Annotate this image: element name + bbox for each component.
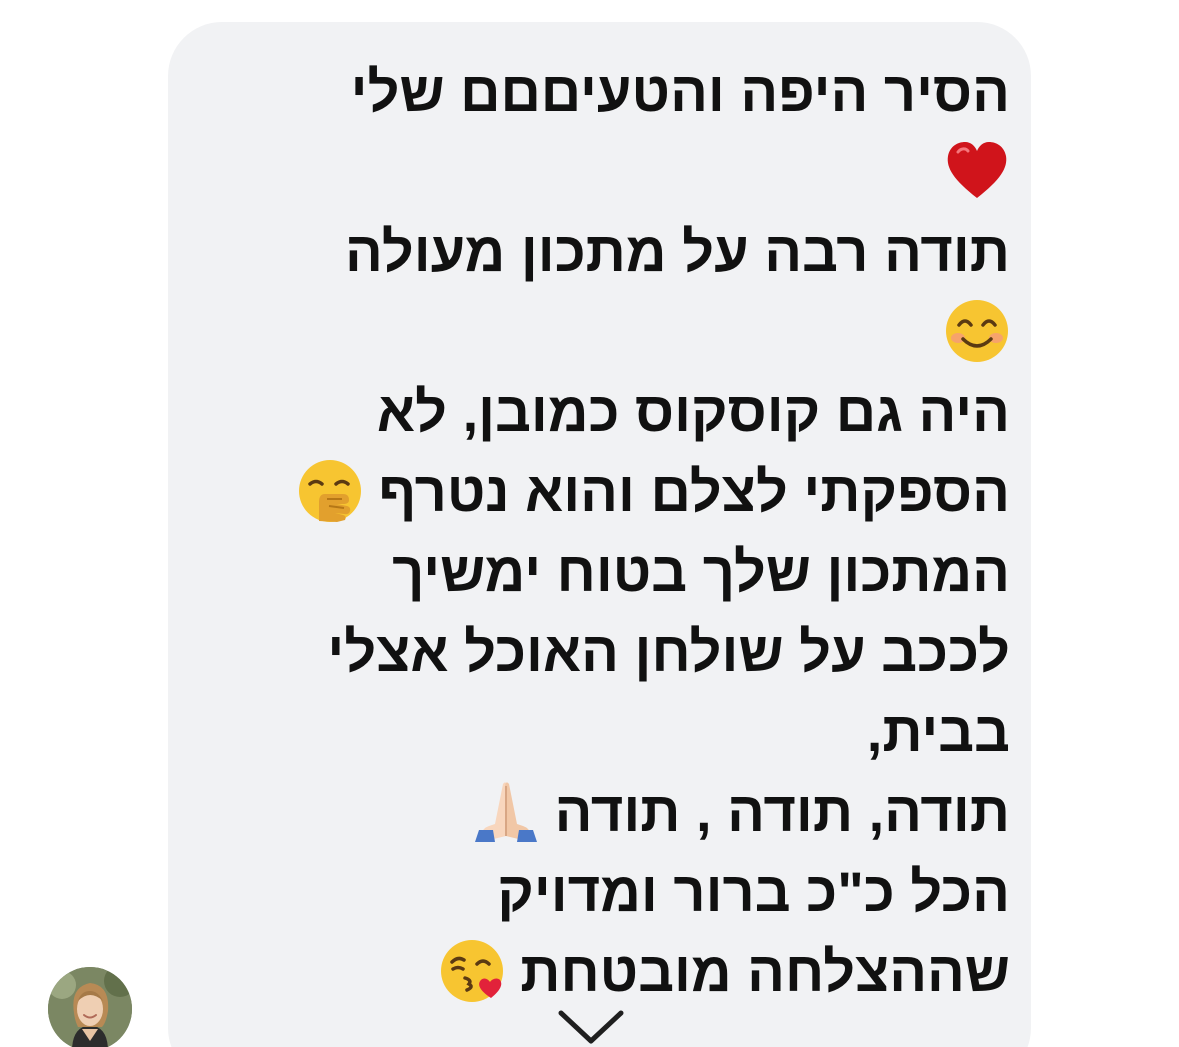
hand-over-mouth-icon — [297, 458, 363, 524]
red-heart-icon — [944, 138, 1010, 204]
message-line-text: תודה רבה על מתכון מעולה — [344, 220, 1010, 283]
chat-screen: הסיר היפה והטעיםםם שלי תודה רבה על מתכון… — [0, 0, 1179, 1047]
message-line: הסיר היפה והטעיםםם שלי — [200, 52, 1010, 132]
message-line: הכל כ"כ ברור ומדויק — [200, 852, 1010, 932]
message-line-text: בבית, — [866, 700, 1010, 763]
message-line-text: שההצלחה מובטחת — [520, 940, 1010, 1003]
message-line-text: הכל כ"כ ברור ומדויק — [497, 860, 1010, 923]
message-text: הסיר היפה והטעיםםם שלי תודה רבה על מתכון… — [200, 52, 1010, 1012]
message-line-text: הסיר היפה והטעיםםם שלי — [350, 60, 1010, 123]
message-line: היה גם קוסקוס כמובן, לא — [200, 372, 1010, 452]
message-line-text: הספקתי לצלם והוא נטרף — [378, 460, 1010, 523]
chevron-down-icon[interactable] — [555, 1005, 627, 1047]
message-line-text: היה גם קוסקוס כמובן, לא — [376, 380, 1010, 443]
message-line: הספקתי לצלם והוא נטרף — [200, 452, 1010, 532]
message-line — [200, 132, 1010, 212]
folded-hands-icon — [473, 778, 539, 844]
message-line: תודה, תודה , תודה — [200, 772, 1010, 852]
user-avatar[interactable] — [48, 967, 132, 1047]
message-line-text: המתכון שלך בטוח ימשיך — [392, 540, 1010, 603]
message-line: בבית, — [200, 692, 1010, 772]
message-line: שההצלחה מובטחת — [200, 932, 1010, 1012]
message-line-text: לככב על שולחן האוכל אצלי — [327, 620, 1010, 683]
message-line: לככב על שולחן האוכל אצלי — [200, 612, 1010, 692]
message-line: המתכון שלך בטוח ימשיך — [200, 532, 1010, 612]
message-line-text: תודה, תודה , תודה — [554, 780, 1010, 843]
face-blowing-kiss-icon — [439, 938, 505, 1004]
smiling-face-icon — [944, 298, 1010, 364]
message-line: תודה רבה על מתכון מעולה — [200, 212, 1010, 292]
message-line — [200, 292, 1010, 372]
